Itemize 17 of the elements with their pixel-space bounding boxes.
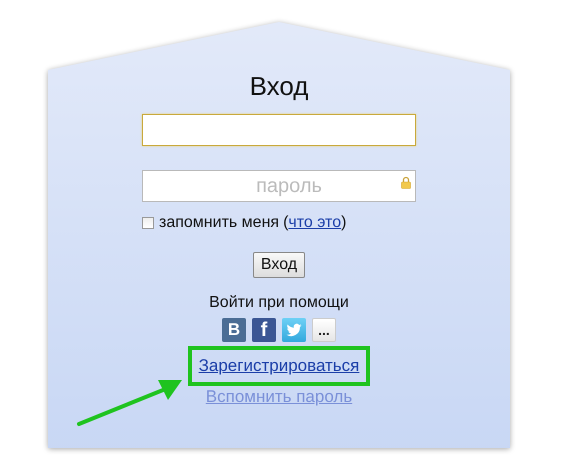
twitter-button[interactable] (282, 318, 306, 342)
more-button[interactable]: ... (312, 318, 336, 342)
remember-checkbox[interactable] (142, 217, 154, 229)
paren: ( (283, 214, 288, 232)
password-field[interactable]: пароль (142, 170, 416, 202)
vk-button[interactable]: B (222, 318, 246, 342)
what-is-this-link[interactable]: что это (288, 214, 342, 232)
register-link[interactable]: Зарегистрироваться (198, 356, 360, 375)
login-field[interactable] (142, 114, 416, 146)
lock-icon (401, 176, 411, 189)
social-caption: Войти при помощи (209, 294, 349, 312)
paren: ) (341, 214, 346, 232)
login-button[interactable]: Вход (252, 252, 306, 278)
bird-icon (285, 321, 303, 339)
facebook-button[interactable]: f (252, 318, 276, 342)
form-title: Вход (250, 71, 308, 101)
remember-label: запомнить меня (159, 214, 280, 232)
